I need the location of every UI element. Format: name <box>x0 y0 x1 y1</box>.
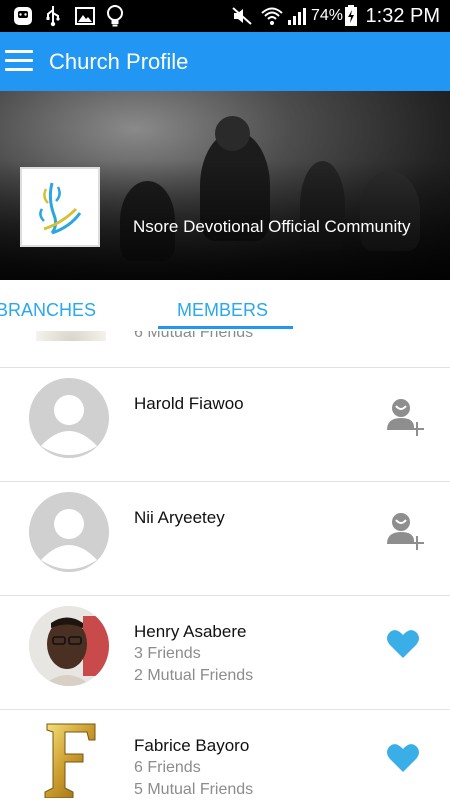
heart-icon[interactable] <box>386 742 428 784</box>
member-name: Nii Aryeetey <box>134 508 225 527</box>
friends-count: 3 Friends <box>134 645 201 662</box>
status-time: 1:32 PM <box>365 5 440 27</box>
mutual-friends-count: 6 Mutual Friends <box>134 331 254 341</box>
messenger-icon <box>10 5 36 27</box>
mutual-friends-count: 5 Mutual Friends <box>134 781 254 798</box>
default-avatar <box>29 378 109 458</box>
list-item[interactable]: 6 Mutual Friends <box>0 331 450 368</box>
heart-icon[interactable] <box>386 628 428 670</box>
add-friend-icon[interactable] <box>386 510 428 552</box>
wifi-icon <box>260 5 284 27</box>
member-name: Fabrice Bayoro <box>134 736 250 755</box>
battery-percent: 74% <box>311 7 344 24</box>
status-bar: 74% 1:32 PM <box>0 0 450 32</box>
tab-members[interactable]: MEMBERS <box>177 298 268 322</box>
page-title: Church Profile <box>49 49 189 74</box>
profile-tabs: BRANCHES MEMBERS <box>0 280 450 331</box>
app-bar: Church Profile <box>0 32 450 91</box>
default-avatar <box>29 492 109 572</box>
mutual-friends-count: 2 Mutual Friends <box>134 667 254 684</box>
list-item[interactable]: Nii Aryeetey <box>0 482 450 596</box>
community-name: Nsore Devotional Official Community <box>133 217 411 236</box>
active-tab-indicator <box>158 326 293 329</box>
friends-count: 6 Friends <box>134 759 201 776</box>
mute-icon <box>230 5 254 27</box>
list-item[interactable]: Harold Fiawoo <box>0 368 450 482</box>
add-friend-icon[interactable] <box>386 396 428 438</box>
letter-f-avatar <box>29 718 109 798</box>
list-item[interactable]: Fabrice Bayoro 6 Friends 5 Mutual Friend… <box>0 710 450 800</box>
photo-avatar <box>29 606 109 686</box>
usb-icon <box>42 5 64 27</box>
hamburger-menu-icon[interactable] <box>5 47 35 77</box>
church-logo <box>20 167 100 247</box>
bulb-icon <box>104 5 126 27</box>
battery-charging-icon <box>343 5 359 27</box>
avatar <box>36 331 106 343</box>
members-list: 6 Mutual Friends Harold Fiawoo Nii Aryee… <box>0 331 450 800</box>
signal-icon <box>287 5 309 27</box>
image-icon <box>74 5 96 27</box>
tab-branches[interactable]: BRANCHES <box>0 298 96 322</box>
cover-photo: Nsore Devotional Official Community <box>0 91 450 280</box>
list-item[interactable]: Henry Asabere 3 Friends 2 Mutual Friends <box>0 596 450 710</box>
member-name: Harold Fiawoo <box>134 394 244 413</box>
member-name: Henry Asabere <box>134 622 247 641</box>
